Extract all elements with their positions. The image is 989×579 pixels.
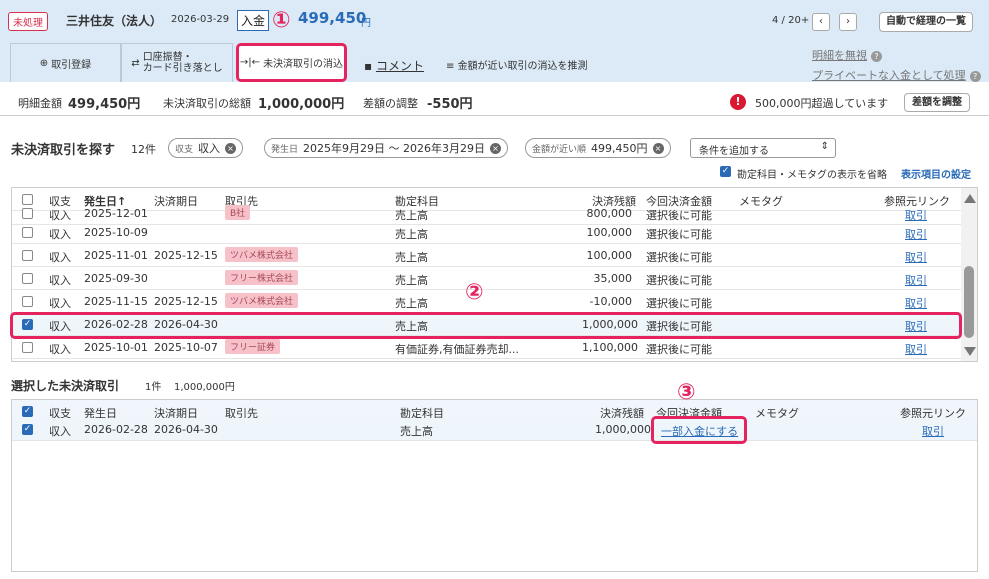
private-link-wrap: プライベートな入金として処理? [812,67,981,83]
plus-circle-icon: ⊕ [39,57,49,69]
ignore-link[interactable]: 明細を無視 [812,49,867,62]
filter-chip-kind[interactable]: 収支 収入 × [168,138,244,158]
warning-text: 500,000円超過しています [755,97,889,110]
transaction-date: 2026-03-29 [171,14,230,25]
scrollbar[interactable] [961,188,977,361]
search-title: 未決済取引を探す [11,143,116,158]
row-checkbox[interactable] [22,250,33,261]
marker-2: ② [465,280,484,305]
partner-tag: フリー株式会社 [225,270,299,285]
filter-chip-amount[interactable]: 金額が近い順 499,450円 × [525,138,671,158]
reference-link[interactable]: 取引 [905,341,927,357]
tab-transfer[interactable]: ⇄ 口座振替・ カード引き落とし [121,43,233,82]
highlight-partial [651,416,747,444]
selected-count: 1件 [145,382,162,393]
partner-tag: フリー証券 [225,339,281,354]
total-label: 未決済取引の総額 [163,97,251,110]
reconcile-icon: →|← [239,57,261,68]
reference-link[interactable]: 取引 [905,272,927,288]
scroll-thumb[interactable] [964,266,974,338]
table-row[interactable]: 収入 2025-11-01 2025-12-15 ツバメ株式会社 売上高 100,000 選… [12,244,962,267]
scroll-up-icon[interactable] [964,194,976,203]
type-badge: 入金 [237,10,270,31]
tab-comment[interactable]: ▪ コメント [364,57,424,74]
prev-button[interactable]: ‹ [812,13,830,31]
adjust-label: 差額の調整 [363,97,418,110]
next-button[interactable]: › [839,13,857,31]
partner-tag: ツバメ株式会社 [225,293,299,308]
private-link[interactable]: プライベートな入金として処理 [812,69,966,82]
table-row[interactable]: 収入 2025-10-01 2025-10-07 フリー証券 有価証券,有価証券売却..… [12,336,962,359]
search-count: 12件 [131,143,156,156]
tab-guess[interactable]: ≡ 金額が近い取引の消込を推測 [446,57,588,72]
partner-tag: ツバメ株式会社 [225,247,299,262]
row-checkbox[interactable]: ✓ [22,424,33,435]
table-row[interactable]: ✓ 収入 2026-02-28 2026-04-30 売上高 1,000,000… [12,418,977,441]
bank-name: 三井住友（法人） [66,14,163,28]
reference-link[interactable]: 取引 [905,226,927,242]
detail-label: 明細金額 [18,97,62,110]
status-badge: 未処理 [8,12,48,31]
currency-unit: 円 [361,18,371,29]
total-value: 1,000,000円 [258,97,345,112]
table-row[interactable]: 収入 2025-11-15 2025-12-15 ツバメ株式会社 売上高 -10,000 選… [12,290,962,313]
reference-link[interactable]: 取引 [922,423,944,439]
settings-link[interactable]: 表示項目の設定 [901,166,971,181]
add-condition-select[interactable]: 条件を追加する ⇕ [690,138,836,158]
table-row[interactable]: 収入 2025-09-30 フリー株式会社 売上高 35,000 選択後に可能 取引 [12,267,962,290]
partner-tag: B社 [225,205,251,220]
selected-title: 選択した未決済取引 [11,379,120,393]
omit-checkbox[interactable]: ✓ [720,166,731,177]
adjust-button[interactable]: 差額を調整 [904,93,970,112]
help-icon[interactable]: ? [871,51,882,62]
table-row[interactable]: 収入 2025-10-09 売上高 100,000 選択後に可能 取引 [12,221,962,244]
close-icon[interactable]: × [652,142,664,154]
filter-chip-date[interactable]: 発生日 2025年9月29日 〜 2026年3月29日 × [264,138,508,158]
auto-list-button[interactable]: 自動で経理の一覧 [879,12,973,32]
list-icon: ≡ [446,61,458,72]
warning-icon: ! [730,94,746,110]
record-counter: 4 / 20+ [772,15,810,26]
scroll-down-icon[interactable] [964,347,976,356]
marker-3: ③ [677,380,696,405]
comment-icon: ▪ [364,59,376,73]
row-checkbox[interactable] [22,273,33,284]
help-icon[interactable]: ? [969,71,981,82]
row-checkbox[interactable] [22,208,33,219]
highlight-row [10,312,962,339]
marker-1: ① [272,8,291,33]
chevron-down-icon: ⇕ [820,141,829,152]
tab-reconcile[interactable]: →|← 未決済取引の消込 [236,43,347,82]
select-all-checkbox[interactable]: ✓ [22,406,33,417]
reference-link[interactable]: 取引 [905,249,927,265]
tab-register[interactable]: ⊕ 取引登録 [10,43,121,82]
reference-link[interactable]: 取引 [905,295,927,311]
adjust-value: -550円 [427,97,473,112]
row-checkbox[interactable] [22,342,33,353]
close-icon[interactable]: × [490,142,501,154]
transfer-icon: ⇄ [131,57,140,69]
selected-table: ✓ 収支 発生日 決済期日 取引先 勘定科目 決済残額 今回決済金額 メモタグ … [11,399,978,572]
row-checkbox[interactable] [22,296,33,307]
close-icon[interactable]: × [225,142,237,154]
selected-total: 1,000,000円 [174,382,235,393]
detail-value: 499,450円 [68,97,141,112]
ignore-link-wrap: 明細を無視? [812,47,882,63]
omit-label: 勘定科目・メモタグの表示を省略 [737,170,887,181]
transaction-amount: 499,450 [298,9,367,27]
row-checkbox[interactable] [22,227,33,238]
